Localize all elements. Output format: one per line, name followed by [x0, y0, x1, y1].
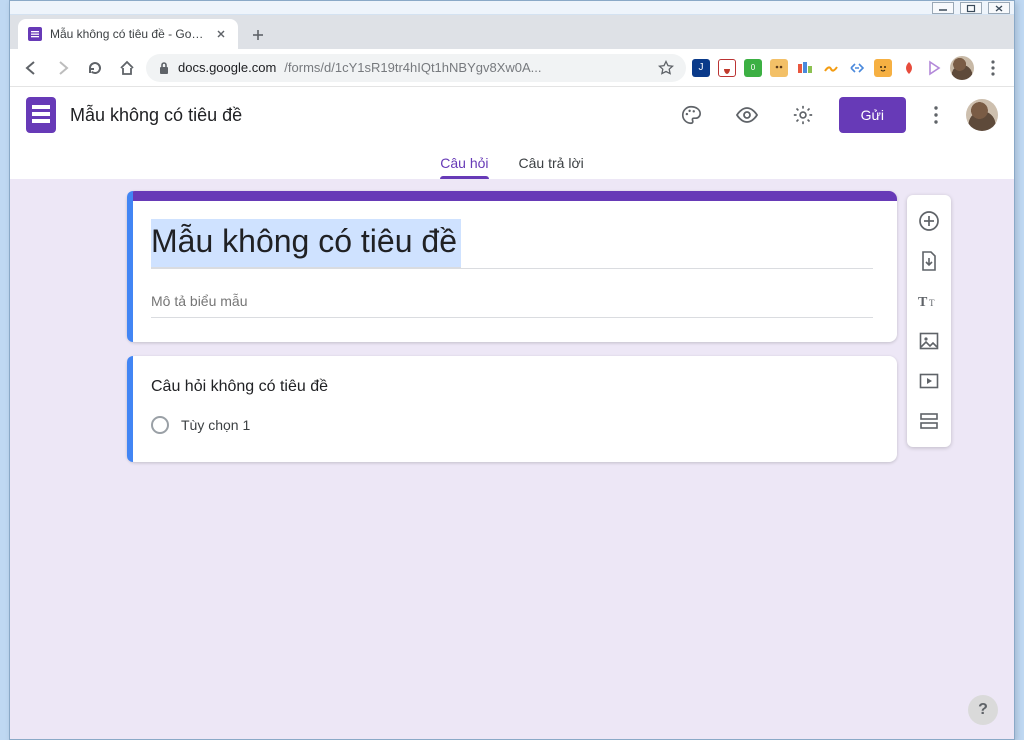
option-label[interactable]: Tùy chọn 1	[181, 417, 250, 433]
extension-icon[interactable]	[796, 59, 814, 77]
accent-bar	[127, 191, 897, 201]
add-video-button[interactable]	[907, 361, 951, 401]
help-icon: ?	[978, 701, 988, 719]
help-button[interactable]: ?	[968, 695, 998, 725]
form-tabs: Câu hỏi Câu trả lời	[10, 143, 1014, 179]
browser-tab-strip: Mẫu không có tiêu đề - Google B	[10, 15, 1014, 49]
form-name[interactable]: Mẫu không có tiêu đề	[70, 105, 242, 126]
customize-theme-button[interactable]	[671, 95, 711, 135]
section-icon	[919, 412, 939, 430]
plus-icon	[251, 28, 265, 42]
text-icon: TT	[918, 292, 940, 310]
extension-icon[interactable]	[770, 59, 788, 77]
extension-icon[interactable]	[926, 59, 944, 77]
browser-window: Mẫu không có tiêu đề - Google B docs.goo…	[9, 0, 1015, 740]
extension-icon[interactable]: J	[692, 59, 710, 77]
account-avatar[interactable]	[966, 99, 998, 131]
option-row[interactable]: Tùy chọn 1	[151, 416, 873, 434]
active-indicator	[127, 356, 133, 462]
address-path: /forms/d/1cY1sR19tr4hIQt1hNBYgv8Xw0A...	[284, 60, 541, 75]
new-tab-button[interactable]	[244, 21, 272, 49]
add-image-button[interactable]	[907, 321, 951, 361]
home-button[interactable]	[114, 55, 140, 81]
address-bar[interactable]: docs.google.com/forms/d/1cY1sR19tr4hIQt1…	[146, 54, 686, 82]
gear-icon	[792, 104, 814, 126]
svg-text:T: T	[929, 298, 935, 308]
active-indicator	[127, 191, 133, 342]
send-button[interactable]: Gửi	[839, 97, 906, 133]
window-controls	[932, 2, 1010, 14]
palette-icon	[680, 104, 702, 126]
floating-toolbar: TT	[907, 195, 951, 447]
add-section-button[interactable]	[907, 401, 951, 441]
reload-button[interactable]	[82, 55, 108, 81]
eye-icon	[735, 104, 759, 126]
app-header: Mẫu không có tiêu đề Gửi	[10, 87, 1014, 143]
window-close-button[interactable]	[988, 2, 1010, 14]
tab-questions[interactable]: Câu hỏi	[440, 155, 488, 179]
extension-icon[interactable]	[848, 59, 866, 77]
browser-tab-title: Mẫu không có tiêu đề - Google B	[50, 27, 206, 41]
window-minimize-button[interactable]	[932, 2, 954, 14]
forms-logo-icon[interactable]	[26, 97, 56, 133]
image-icon	[919, 332, 939, 350]
form-header-card[interactable]: Mẫu không có tiêu đề	[127, 191, 897, 342]
extension-icon[interactable]	[900, 59, 918, 77]
browser-tab[interactable]: Mẫu không có tiêu đề - Google B	[18, 19, 238, 49]
plus-circle-icon	[918, 210, 940, 232]
profile-avatar[interactable]	[950, 56, 974, 80]
back-button[interactable]	[18, 55, 44, 81]
tab-close-button[interactable]	[214, 27, 228, 41]
browser-toolbar: docs.google.com/forms/d/1cY1sR19tr4hIQt1…	[10, 49, 1014, 87]
header-actions: Gửi	[671, 95, 998, 135]
forward-button[interactable]	[50, 55, 76, 81]
question-title[interactable]: Câu hỏi không có tiêu đề	[151, 378, 873, 396]
tab-responses[interactable]: Câu trả lời	[519, 155, 584, 179]
video-icon	[919, 373, 939, 389]
form-title-input[interactable]: Mẫu không có tiêu đề	[151, 219, 461, 268]
more-options-button[interactable]	[922, 95, 950, 135]
bookmark-star-button[interactable]	[658, 60, 674, 76]
question-card[interactable]: Câu hỏi không có tiêu đề Tùy chọn 1	[127, 356, 897, 462]
add-title-button[interactable]: TT	[907, 281, 951, 321]
radio-icon	[151, 416, 169, 434]
more-vertical-icon	[934, 106, 938, 124]
extension-icon[interactable]: 0	[744, 59, 762, 77]
import-questions-button[interactable]	[907, 241, 951, 281]
form-canvas: Mẫu không có tiêu đề Câu hỏi không có ti…	[10, 179, 1014, 739]
extension-icons-group: J 0	[692, 59, 944, 77]
add-question-button[interactable]	[907, 201, 951, 241]
forms-favicon-icon	[28, 27, 42, 41]
window-title-bar	[10, 1, 1014, 15]
extension-icon[interactable]	[822, 59, 840, 77]
window-maximize-button[interactable]	[960, 2, 982, 14]
address-domain: docs.google.com	[178, 60, 276, 75]
browser-menu-button[interactable]	[980, 55, 1006, 81]
preview-button[interactable]	[727, 95, 767, 135]
import-file-icon	[919, 250, 939, 272]
svg-text:T: T	[918, 295, 928, 310]
form-description-input[interactable]	[151, 289, 873, 318]
lock-icon	[158, 61, 170, 75]
settings-button[interactable]	[783, 95, 823, 135]
forms-app: Mẫu không có tiêu đề Gửi Câu hỏi	[10, 87, 1014, 739]
extension-icon[interactable]	[874, 59, 892, 77]
extension-icon[interactable]	[718, 59, 736, 77]
